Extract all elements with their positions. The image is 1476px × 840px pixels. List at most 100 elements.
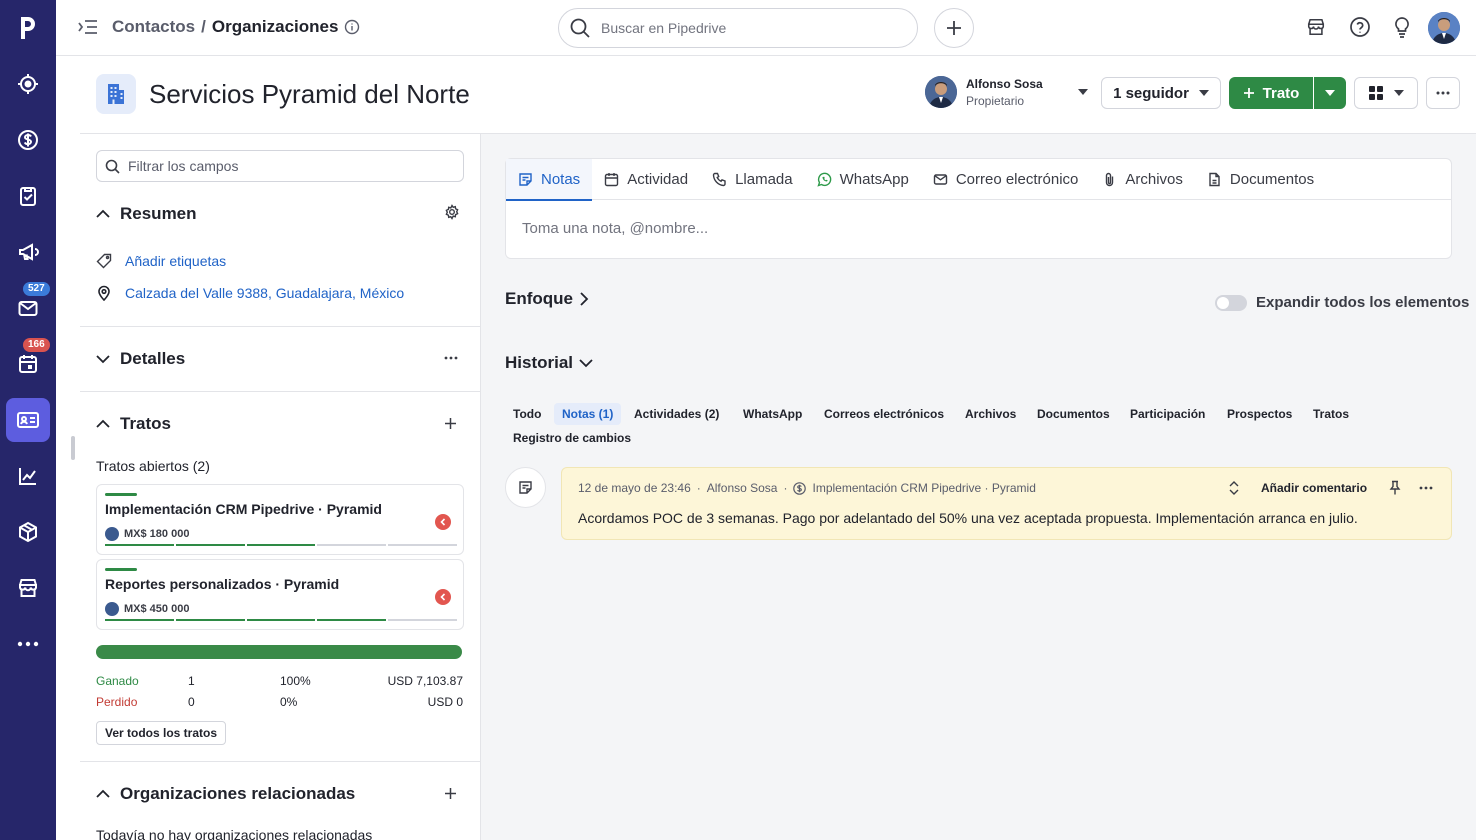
summary-section-toggle[interactable]: Resumen: [96, 204, 197, 224]
history-tab-participation[interactable]: Participación: [1122, 403, 1213, 425]
more-options-button[interactable]: [1426, 77, 1460, 109]
nav-contacts-icon[interactable]: [6, 398, 50, 442]
nav-products-icon[interactable]: [6, 510, 50, 554]
marketplace-icon[interactable]: [1306, 16, 1326, 38]
history-tab-deals[interactable]: Tratos: [1305, 403, 1357, 425]
details-title: Detalles: [120, 349, 186, 368]
history-tab-all[interactable]: Todo: [505, 403, 549, 425]
global-search[interactable]: [558, 8, 918, 48]
tab-activity[interactable]: Actividad: [592, 159, 700, 200]
owner-role: Propietario: [966, 93, 1025, 108]
history-tab-files[interactable]: Archivos: [957, 403, 1024, 425]
sidebar-resize-handle[interactable]: [71, 436, 75, 460]
section-divider: [80, 391, 480, 392]
see-all-deals-button[interactable]: Ver todos los tratos: [96, 721, 227, 745]
tab-notes[interactable]: Notas: [506, 159, 593, 201]
history-tab-notes[interactable]: Notas (1): [554, 403, 622, 425]
breadcrumb-contacts[interactable]: Contactos: [112, 17, 195, 37]
filter-fields[interactable]: [96, 150, 464, 182]
won-count: 1: [188, 674, 195, 688]
user-avatar[interactable]: [1428, 12, 1460, 44]
focus-section-toggle[interactable]: Enfoque: [505, 289, 589, 309]
add-deal-label: Trato: [1262, 84, 1300, 102]
note-author[interactable]: Alfonso Sosa: [707, 481, 778, 495]
won-amount: USD 7,103.87: [387, 674, 463, 688]
nav-campaigns-icon[interactable]: [6, 230, 50, 274]
chevron-right-icon: [579, 292, 589, 306]
layout-toggle-button[interactable]: [1354, 77, 1418, 109]
history-tab-changelog[interactable]: Registro de cambios: [505, 427, 639, 449]
filter-fields-input[interactable]: [128, 158, 448, 174]
add-tags-link[interactable]: Añadir etiquetas: [96, 253, 226, 269]
note-linked-deal[interactable]: Implementación CRM Pipedrive · Pyramid: [812, 481, 1035, 495]
more-horizontal-icon[interactable]: [1419, 486, 1433, 490]
nav-deals-icon[interactable]: [6, 118, 50, 162]
top-bar: Contactos / Organizaciones: [56, 0, 1476, 56]
add-related-org-plus-icon[interactable]: [444, 787, 457, 800]
deals-section-toggle[interactable]: Tratos: [96, 414, 171, 434]
tab-documents[interactable]: Documentos: [1195, 159, 1326, 200]
expand-all-toggle[interactable]: [1215, 295, 1247, 311]
deal-stage-progress: [105, 544, 457, 546]
note-input-placeholder[interactable]: Toma una nota, @nombre...: [522, 220, 708, 237]
search-input[interactable]: [601, 20, 901, 36]
deal-card[interactable]: Reportes personalizados · Pyramid MX$ 45…: [96, 559, 464, 630]
tab-whatsapp[interactable]: WhatsApp: [805, 159, 921, 200]
add-deal-button[interactable]: Trato: [1229, 77, 1313, 109]
org-header: Servicios Pyramid del Norte Alfonso Sosa…: [80, 57, 1476, 134]
tab-call[interactable]: Llamada: [700, 159, 805, 200]
location-pin-icon: [96, 285, 112, 301]
pin-icon[interactable]: [1389, 480, 1401, 496]
info-icon[interactable]: [344, 19, 360, 35]
chevron-down-icon: [96, 354, 110, 364]
note-date: 12 de mayo de 23:46: [578, 481, 691, 495]
deal-title[interactable]: Implementación CRM Pipedrive · Pyramid: [105, 501, 382, 517]
add-deal-plus-icon[interactable]: [444, 417, 457, 430]
pipedrive-logo-icon[interactable]: [0, 0, 56, 56]
overdue-warning-icon[interactable]: [435, 589, 451, 605]
expand-collapse-icon[interactable]: [1228, 480, 1240, 496]
history-tab-documents[interactable]: Documentos: [1029, 403, 1118, 425]
followers-button[interactable]: 1 seguidor: [1101, 77, 1221, 109]
history-tab-prospects[interactable]: Prospectos: [1219, 403, 1300, 425]
calendar-count-badge: 166: [23, 338, 50, 352]
related-orgs-section-toggle[interactable]: Organizaciones relacionadas: [96, 784, 355, 804]
add-deal-dropdown-button[interactable]: [1314, 77, 1346, 109]
history-tab-activities[interactable]: Actividades (2): [626, 403, 727, 425]
deal-value-row: MX$ 180 000: [105, 527, 189, 541]
deal-title[interactable]: Reportes personalizados · Pyramid: [105, 576, 339, 592]
deals-title: Tratos: [120, 414, 172, 433]
chevron-down-icon: [1394, 90, 1404, 96]
deal-card[interactable]: Implementación CRM Pipedrive · Pyramid M…: [96, 484, 464, 555]
details-section-toggle[interactable]: Detalles: [96, 349, 185, 369]
history-title: Historial: [505, 353, 574, 372]
owner-selector[interactable]: Alfonso Sosa Propietario: [925, 76, 1088, 108]
org-title[interactable]: Servicios Pyramid del Norte: [149, 79, 470, 110]
nav-more-icon[interactable]: [6, 622, 50, 666]
nav-activities-icon[interactable]: [6, 174, 50, 218]
quick-add-button[interactable]: [934, 8, 974, 48]
history-tab-whatsapp[interactable]: WhatsApp: [735, 403, 810, 425]
note-icon: [518, 172, 533, 187]
history-tab-emails[interactable]: Correos electrónicos: [816, 403, 952, 425]
address-link[interactable]: Calzada del Valle 9388, Guadalajara, Méx…: [96, 285, 404, 301]
gear-icon[interactable]: [444, 204, 460, 220]
owner-dropdown-icon[interactable]: [1077, 89, 1088, 95]
note-item[interactable]: 12 de mayo de 23:46 · Alfonso Sosa · Imp…: [561, 467, 1452, 540]
note-meta: 12 de mayo de 23:46 · Alfonso Sosa · Imp…: [578, 481, 1036, 495]
more-horizontal-icon[interactable]: [444, 356, 458, 360]
expand-all-label: Expandir todos los elementos: [1256, 294, 1470, 311]
nav-marketplace-icon[interactable]: [6, 566, 50, 610]
collapse-menu-icon[interactable]: [78, 18, 98, 36]
nav-insights-icon[interactable]: [6, 454, 50, 498]
tab-files[interactable]: Archivos: [1090, 159, 1195, 200]
tab-email[interactable]: Correo electrónico: [921, 159, 1091, 200]
breadcrumb-separator: /: [201, 17, 206, 36]
nav-leads-icon[interactable]: [6, 62, 50, 106]
tips-lightbulb-icon[interactable]: [1392, 16, 1412, 38]
history-section-toggle[interactable]: Historial: [505, 353, 593, 373]
help-icon[interactable]: [1349, 16, 1371, 38]
overdue-warning-icon[interactable]: [435, 514, 451, 530]
add-comment-button[interactable]: Añadir comentario: [1261, 481, 1367, 495]
breadcrumb-organizations: Organizaciones: [211, 17, 339, 36]
